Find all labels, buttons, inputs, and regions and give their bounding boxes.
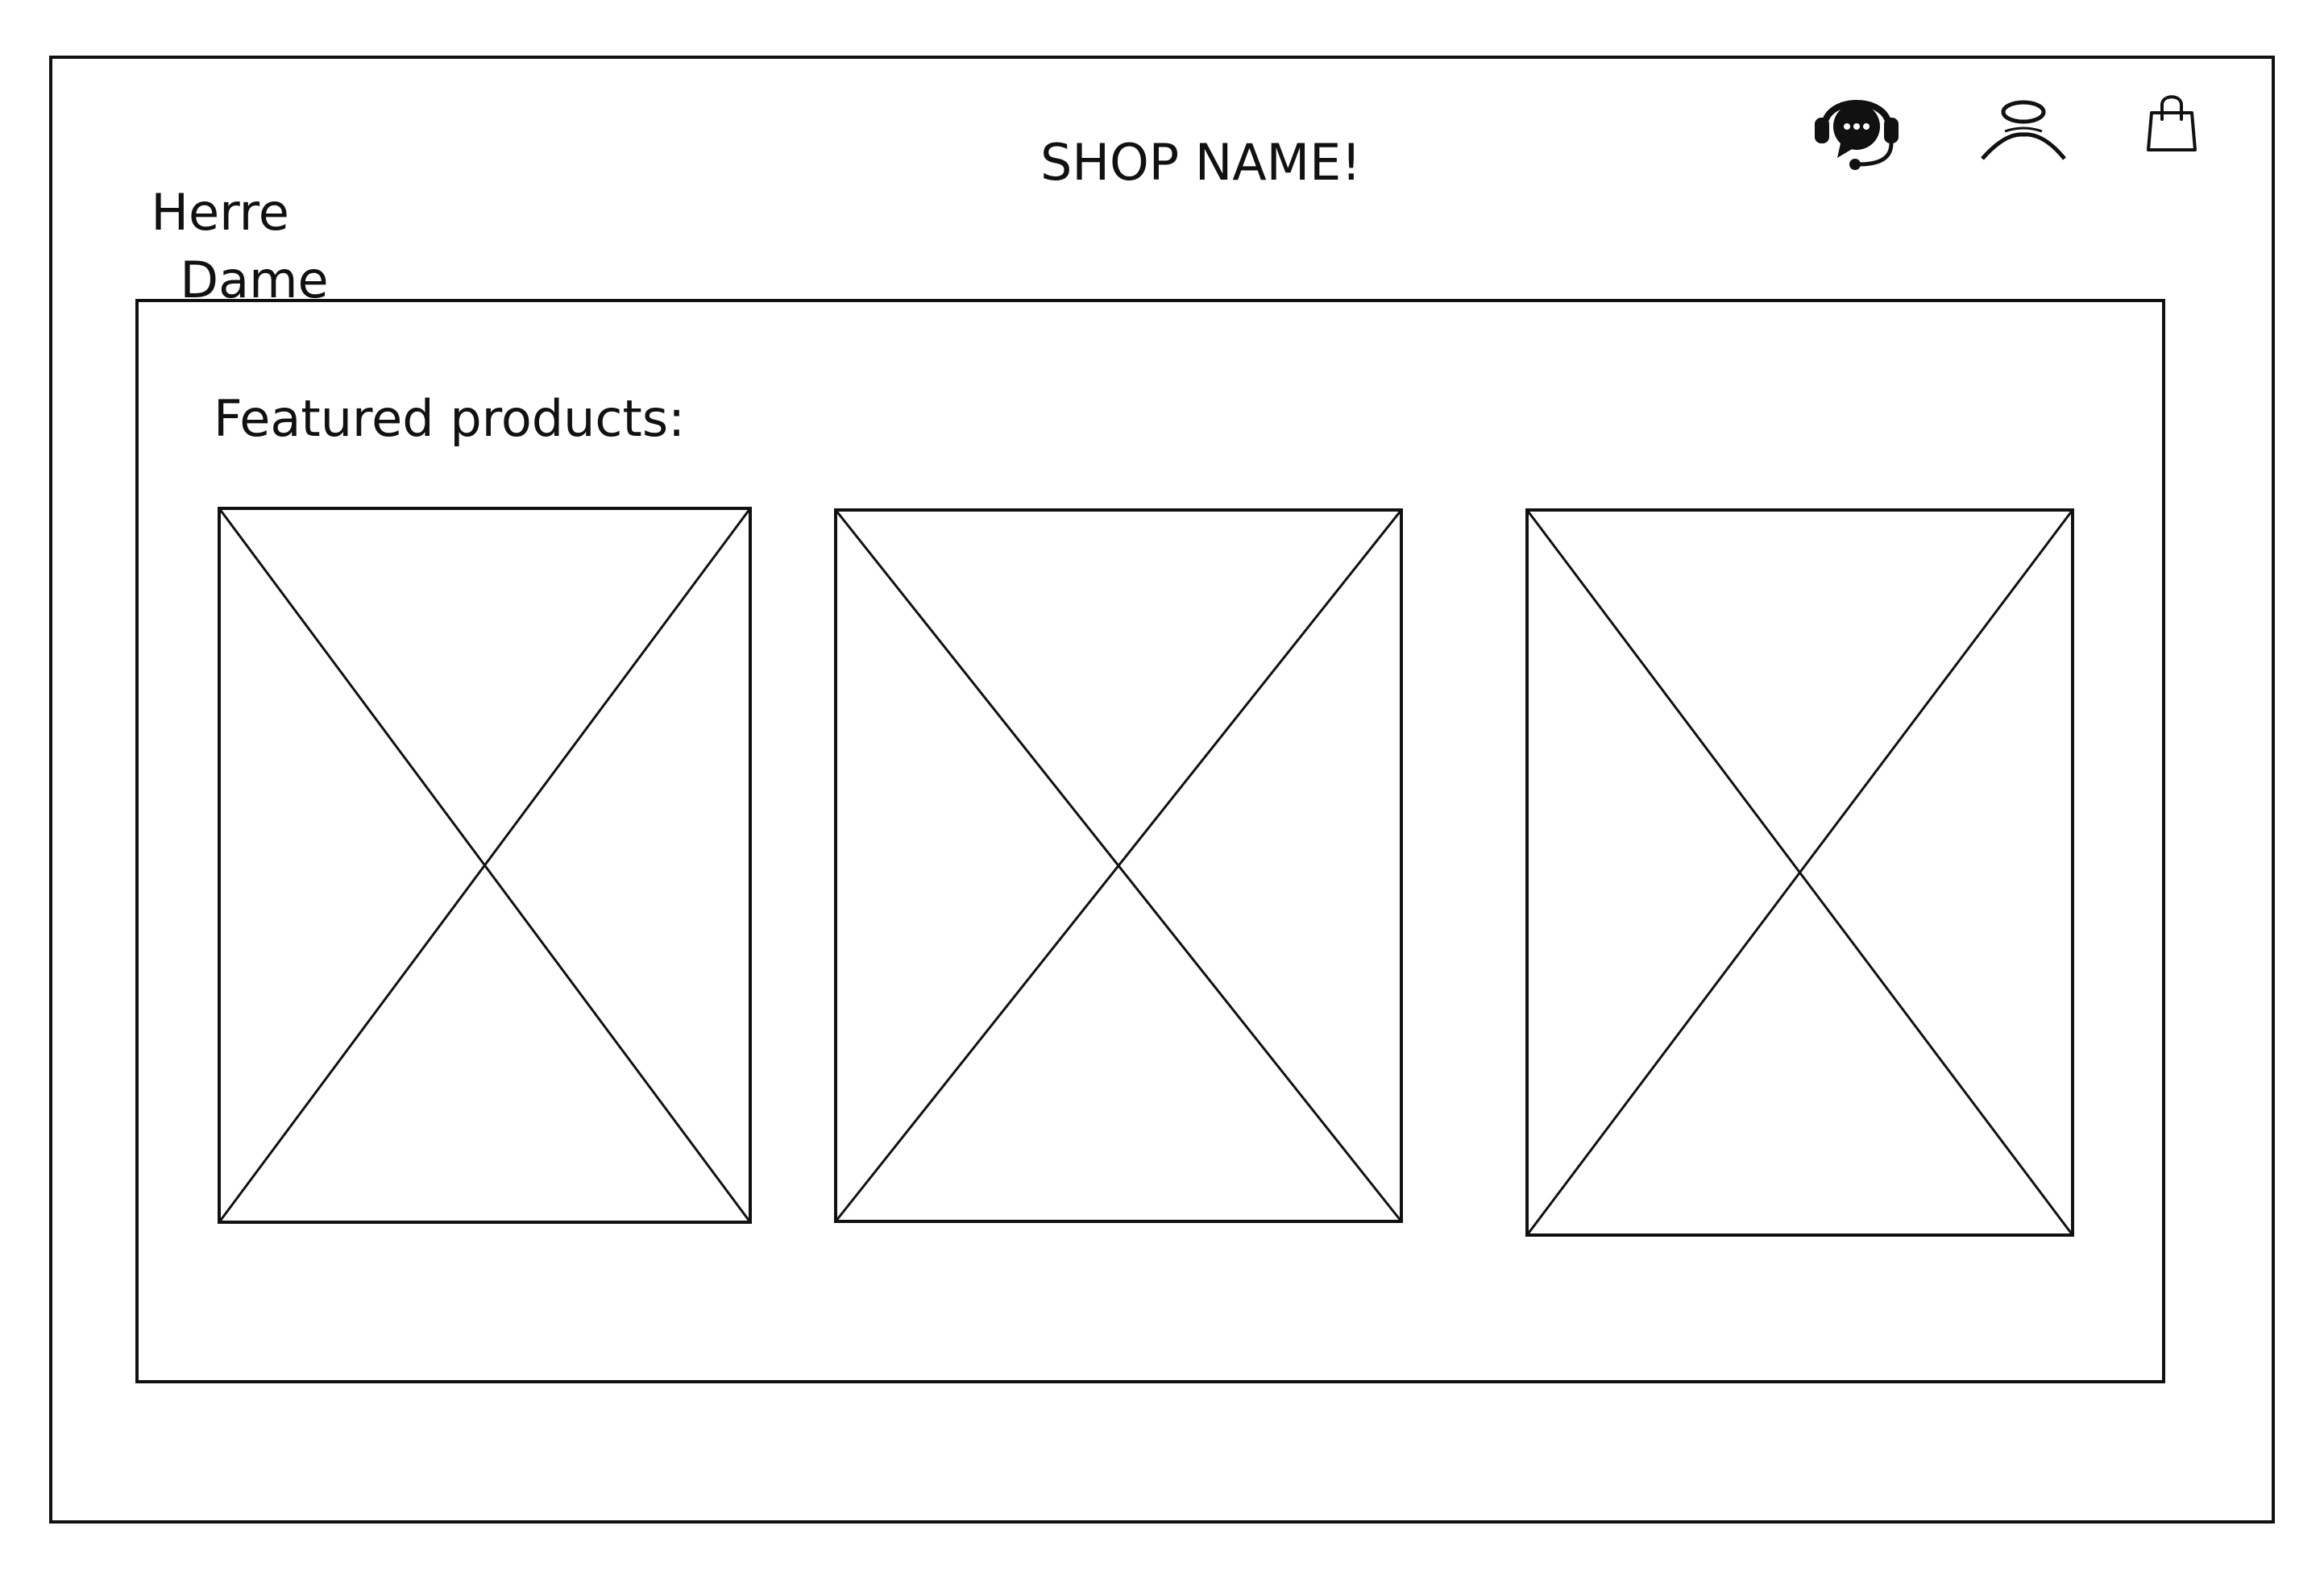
account-icon[interactable] <box>1977 94 2069 162</box>
product-card-3[interactable] <box>1525 508 2074 1237</box>
product-card-2[interactable] <box>834 508 1403 1223</box>
category-nav: Herre Dame <box>119 111 328 314</box>
featured-products-heading: Featured products: <box>214 389 686 448</box>
product-card-1[interactable] <box>218 507 752 1224</box>
nav-link-herre[interactable]: Herre <box>151 179 288 247</box>
shopping-bag-icon[interactable] <box>2145 92 2198 153</box>
support-chat-icon[interactable] <box>1810 87 1903 171</box>
shop-name-title: SHOP NAME! <box>1040 133 1362 192</box>
